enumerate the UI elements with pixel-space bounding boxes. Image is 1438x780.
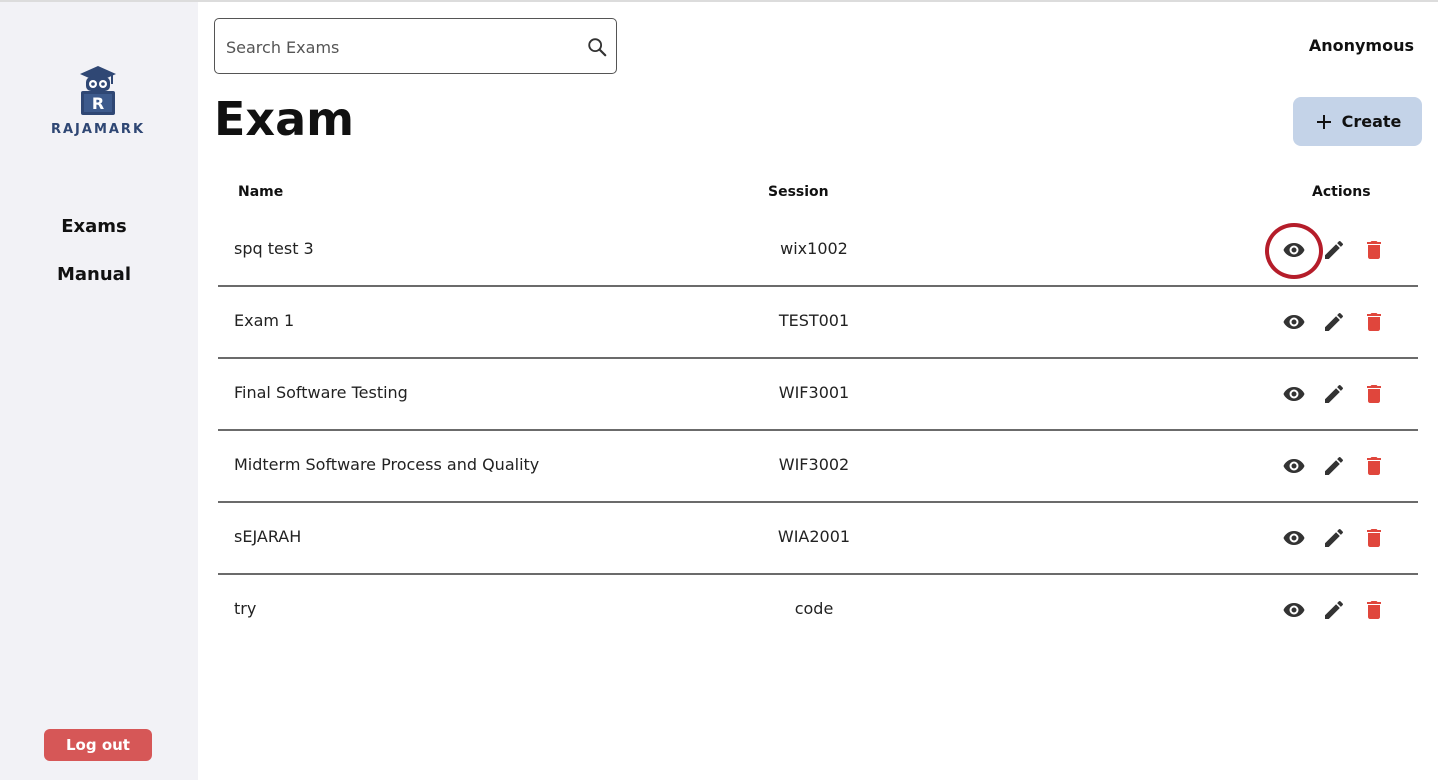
plus-icon (1316, 114, 1331, 129)
trash-icon[interactable] (1360, 236, 1388, 264)
search-icon[interactable] (586, 36, 608, 58)
column-header-name: Name (238, 184, 284, 200)
exam-session: code (794, 599, 834, 618)
pencil-icon[interactable] (1320, 236, 1348, 264)
exam-name: spq test 3 (234, 239, 314, 258)
trash-icon[interactable] (1360, 596, 1388, 624)
exam-session: WIF3002 (778, 455, 850, 474)
sidebar-item-manual[interactable]: Manual (0, 264, 188, 285)
logo-text: RAJAMARK (50, 122, 146, 137)
trash-icon[interactable] (1360, 380, 1388, 408)
eye-icon[interactable] (1280, 452, 1308, 480)
exam-name: Midterm Software Process and Quality (234, 455, 540, 474)
user-name: Anonymous (1308, 36, 1414, 55)
table-row: Final Software Testing WIF3001 (218, 359, 1418, 431)
exam-session: WIF3001 (778, 383, 850, 402)
eye-icon[interactable] (1280, 596, 1308, 624)
pencil-icon[interactable] (1320, 596, 1348, 624)
eye-icon[interactable] (1280, 308, 1308, 336)
column-header-session: Session (768, 184, 829, 200)
search-bar (214, 18, 617, 74)
trash-icon[interactable] (1360, 524, 1388, 552)
trash-icon[interactable] (1360, 452, 1388, 480)
exam-name: try (234, 599, 257, 618)
table-row: try code (218, 575, 1418, 647)
logout-button[interactable]: Log out (44, 729, 152, 761)
create-button-label: Create (1341, 112, 1402, 131)
owl-logo-icon: R (80, 66, 116, 115)
exam-name: Exam 1 (234, 311, 295, 330)
table-row: Midterm Software Process and Quality WIF3… (218, 431, 1418, 503)
exam-name: sEJARAH (234, 527, 302, 546)
exam-session: WIA2001 (777, 527, 851, 546)
create-button[interactable]: Create (1293, 97, 1422, 146)
table-row: sEJARAH WIA2001 (218, 503, 1418, 575)
pencil-icon[interactable] (1320, 524, 1348, 552)
eye-icon[interactable] (1280, 524, 1308, 552)
search-input[interactable] (226, 35, 576, 59)
svg-text:R: R (92, 94, 104, 113)
eye-icon[interactable] (1280, 236, 1308, 264)
app-logo: R RAJAMARK (46, 64, 150, 144)
eye-icon[interactable] (1280, 380, 1308, 408)
pencil-icon[interactable] (1320, 380, 1348, 408)
top-border (0, 0, 1438, 2)
sidebar: R RAJAMARK Exams Manual Log out (0, 2, 198, 780)
column-header-actions: Actions (1312, 184, 1371, 200)
pencil-icon[interactable] (1320, 452, 1348, 480)
trash-icon[interactable] (1360, 308, 1388, 336)
exam-session: TEST001 (778, 311, 850, 330)
exam-name: Final Software Testing (234, 383, 408, 402)
table-row: spq test 3 wix1002 (218, 215, 1418, 287)
page-title: Exam (214, 92, 355, 146)
table-row: Exam 1 TEST001 (218, 287, 1418, 359)
exam-session: wix1002 (780, 239, 848, 258)
sidebar-item-exams[interactable]: Exams (0, 216, 188, 237)
pencil-icon[interactable] (1320, 308, 1348, 336)
